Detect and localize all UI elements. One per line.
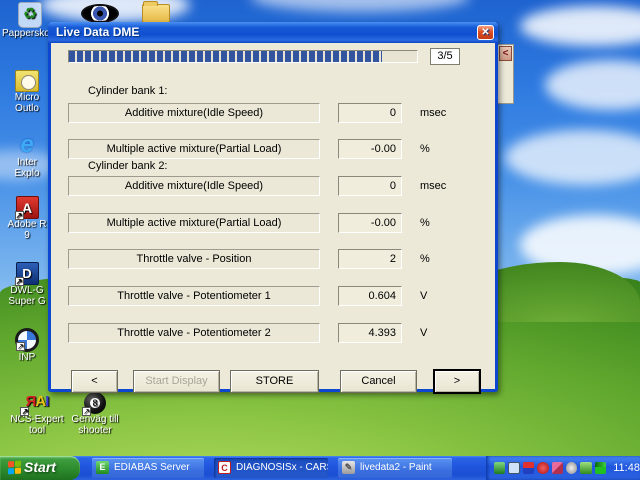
shortcut-arrow-icon: ↗: [16, 342, 25, 351]
dialog-body: 3/5 Cylinder bank 1: Additive mixture(Id…: [51, 43, 495, 389]
start-button[interactable]: Start: [0, 456, 80, 480]
field-unit: %: [420, 249, 430, 269]
tray-signal-icon[interactable]: [595, 462, 606, 474]
desktop-icon-shooter[interactable]: 8 ↗ Genväg till shooter: [62, 392, 128, 436]
store-button[interactable]: STORE: [230, 370, 319, 393]
previous-page-button[interactable]: <: [71, 370, 118, 393]
taskbar-window-paint[interactable]: ✎ livedata2 - Paint: [338, 458, 452, 478]
shortcut-arrow-icon: ↗: [15, 211, 24, 220]
field-unit: V: [420, 323, 427, 343]
desktop-icon-eye[interactable]: [78, 4, 122, 23]
field-value: 0.604: [338, 286, 402, 306]
progress-bar: [68, 50, 418, 63]
taskbar: Start E EDIABAS Server C DIAGNOSISx - CA…: [0, 456, 640, 480]
live-data-dme-dialog: Live Data DME ✕ 3/5 Cylinder bank 1: Add…: [48, 22, 498, 392]
shortcut-arrow-icon: ↗: [82, 407, 91, 416]
dialog-titlebar[interactable]: Live Data DME ✕: [48, 22, 498, 43]
eye-icon: [81, 4, 119, 23]
desktop-icon-ncs-expert[interactable]: ЯAI ↗ NCS-Expert tool: [4, 392, 70, 436]
field-label: Throttle valve - Potentiometer 1: [68, 286, 320, 306]
paint-icon: ✎: [342, 461, 355, 474]
adobe-reader-icon: A ↗: [16, 196, 39, 219]
icon-label: Outlo: [2, 103, 52, 114]
field-label: Additive mixture(Idle Speed): [68, 176, 320, 196]
system-tray: 11:48: [486, 456, 640, 480]
scroll-left-button[interactable]: <: [499, 46, 512, 61]
tray-shield-icon[interactable]: [580, 462, 591, 474]
icon-label: shooter: [62, 425, 128, 436]
icon-label: INP: [2, 352, 52, 363]
tray-antivirus-icon[interactable]: [537, 462, 548, 474]
internet-explorer-icon: e: [15, 133, 39, 157]
tray-ediabas-icon[interactable]: [494, 462, 505, 474]
icon-label: Inter: [2, 157, 52, 168]
cloud: [520, 6, 640, 46]
page-counter: 3/5: [430, 48, 460, 65]
cloud: [545, 60, 640, 110]
desktop-icon-adobe-reader[interactable]: A ↗ Adobe R 9: [2, 196, 52, 241]
icon-label: Super G: [2, 296, 52, 307]
tray-clock-utility-icon[interactable]: [566, 462, 577, 474]
field-value: 0: [338, 176, 402, 196]
taskbar-clock: 11:48: [613, 462, 640, 474]
icon-label: Explo: [2, 168, 52, 179]
field-label: Throttle valve - Potentiometer 2: [68, 323, 320, 343]
field-value: 0: [338, 103, 402, 123]
icon-label: DWL-G: [2, 285, 52, 296]
field-unit: msec: [420, 103, 446, 123]
cloud: [505, 130, 640, 185]
close-button[interactable]: ✕: [477, 25, 494, 40]
shortcut-arrow-icon: ↗: [20, 407, 29, 416]
desktop-icon-dwl-g-super-g[interactable]: D ↗ DWL-G Super G: [2, 262, 52, 307]
field-label: Throttle valve - Position: [68, 249, 320, 269]
tray-network-icon[interactable]: [552, 462, 563, 474]
start-button-label: Start: [24, 459, 56, 475]
outlook-icon: [15, 70, 39, 92]
icon-label: Micro: [2, 92, 52, 103]
taskbar-window-diagnosis[interactable]: C DIAGNOSISx - CARS...: [214, 458, 328, 478]
field-unit: %: [420, 139, 430, 159]
recycle-bin-icon: ♻: [18, 2, 42, 28]
section-header: Cylinder bank 2:: [88, 160, 168, 172]
taskbar-window-ediabas[interactable]: E EDIABAS Server: [92, 458, 204, 478]
icon-label: 9: [2, 230, 52, 241]
field-value: 4.393: [338, 323, 402, 343]
desktop-icon-inpa[interactable]: ↗ INP: [2, 328, 52, 363]
next-page-button[interactable]: >: [434, 370, 480, 393]
ediabas-icon: E: [96, 461, 109, 474]
cloud: [250, 0, 470, 12]
field-value: 2: [338, 249, 402, 269]
background-window-fragment: <: [497, 44, 514, 104]
dwl-icon: D ↗: [16, 262, 39, 285]
start-display-button: Start Display: [133, 370, 220, 393]
icon-label: NCS-Expert: [4, 414, 70, 425]
field-value: -0.00: [338, 139, 402, 159]
field-unit: msec: [420, 176, 446, 196]
desktop-icon-folder[interactable]: [138, 0, 174, 23]
field-value: -0.00: [338, 213, 402, 233]
icon-label: Adobe R: [2, 219, 52, 230]
folder-icon: [142, 4, 170, 23]
tray-display-icon[interactable]: [508, 462, 520, 474]
bmw-roundel-icon: ↗: [15, 328, 39, 352]
icon-label: tool: [4, 425, 70, 436]
section-header: Cylinder bank 1:: [88, 85, 168, 97]
diagnosis-icon: C: [218, 461, 231, 474]
eight-ball-icon: 8 ↗: [84, 392, 106, 414]
field-unit: V: [420, 286, 427, 306]
dialog-title: Live Data DME: [56, 25, 139, 39]
field-label: Multiple active mixture(Partial Load): [68, 213, 320, 233]
shortcut-arrow-icon: ↗: [15, 277, 24, 286]
icon-label: Genväg till: [62, 414, 128, 425]
windows-logo-icon: [8, 461, 22, 476]
cancel-button[interactable]: Cancel: [340, 370, 417, 393]
field-label: Multiple active mixture(Partial Load): [68, 139, 320, 159]
field-label: Additive mixture(Idle Speed): [68, 103, 320, 123]
progress-bar-fill: [69, 51, 382, 62]
desktop-icon-outlook[interactable]: Micro Outlo: [2, 70, 52, 114]
tray-battery-icon[interactable]: [523, 462, 534, 474]
desktop-icon-internet-explorer[interactable]: e Inter Explo: [2, 133, 52, 179]
ncs-expert-icon: ЯAI ↗: [22, 392, 52, 414]
field-unit: %: [420, 213, 430, 233]
